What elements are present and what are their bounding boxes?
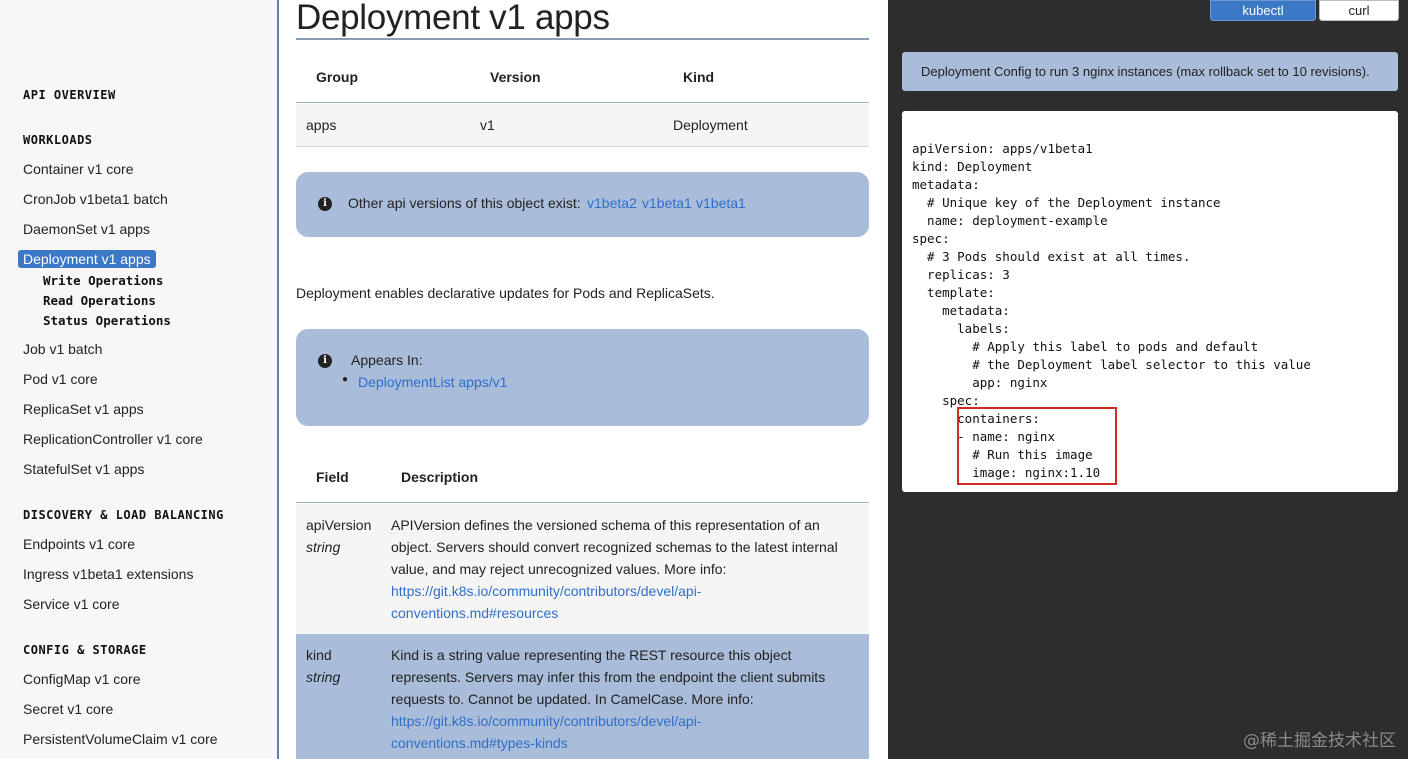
other-versions-callout: i Other api versions of this object exis… xyxy=(296,172,869,237)
table-row: apps v1 Deployment xyxy=(296,104,869,147)
description-link[interactable]: https://git.k8s.io/community/contributor… xyxy=(391,710,853,732)
gvk-cell-version: v1 xyxy=(480,117,495,133)
code-line: apiVersion: apps/v1beta1 xyxy=(912,141,1093,156)
field-type: string xyxy=(306,669,341,685)
sidebar-item-cronjob[interactable]: CronJob v1beta1 batch xyxy=(23,191,168,207)
sidebar-heading-config-storage[interactable]: CONFIG & STORAGE xyxy=(23,643,147,657)
sidebar-heading-workloads[interactable]: WORKLOADS xyxy=(23,133,93,147)
field-name: kind string xyxy=(306,644,340,688)
tab-curl[interactable]: curl xyxy=(1319,0,1399,21)
field-name: apiVersion string xyxy=(306,514,371,558)
sidebar-item-daemonset[interactable]: DaemonSet v1 apps xyxy=(23,221,150,237)
gvk-header-group: Group xyxy=(316,69,358,85)
code-line: metadata: xyxy=(912,177,980,192)
code-line: name: deployment-example xyxy=(912,213,1108,228)
description-line: value, and may reject unrecognized value… xyxy=(391,561,727,577)
sidebar-item-replicationcontroller[interactable]: ReplicationController v1 core xyxy=(23,431,203,447)
bullet-icon: ● xyxy=(342,374,349,385)
code-line: kind: Deployment xyxy=(912,159,1033,174)
field-description: Kind is a string value representing the … xyxy=(391,644,853,754)
code-line: # the Deployment label selector to this … xyxy=(912,357,1311,372)
sidebar-item-job[interactable]: Job v1 batch xyxy=(23,341,102,357)
containers-highlight-box xyxy=(957,407,1117,485)
description-link[interactable]: conventions.md#resources xyxy=(391,602,853,624)
title-divider xyxy=(296,38,869,40)
sidebar-item-deployment[interactable]: Deployment v1 apps xyxy=(18,250,156,268)
code-line: replicas: 3 xyxy=(912,267,1010,282)
gvk-header-version: Version xyxy=(490,69,541,85)
field-description: APIVersion defines the versioned schema … xyxy=(391,514,853,624)
sidebar-item-container[interactable]: Container v1 core xyxy=(23,161,134,177)
sidebar-item-ingress[interactable]: Ingress v1beta1 extensions xyxy=(23,566,193,582)
fields-header-description: Description xyxy=(401,469,479,485)
object-description: Deployment enables declarative updates f… xyxy=(296,285,715,301)
code-line: spec: xyxy=(912,231,950,246)
example-note: Deployment Config to run 3 nginx instanc… xyxy=(902,52,1398,91)
description-line: requests to. Cannot be updated. In Camel… xyxy=(391,691,754,707)
description-link[interactable]: https://git.k8s.io/community/contributor… xyxy=(391,580,853,602)
appears-in-callout: i Appears In: ● DeploymentList apps/v1 xyxy=(296,329,869,426)
sidebar-heading-api-overview[interactable]: API OVERVIEW xyxy=(23,88,116,102)
appears-in-label: Appears In: xyxy=(351,352,423,368)
sidebar-item-configmap[interactable]: ConfigMap v1 core xyxy=(23,671,141,687)
description-line: represents. Servers may infer this from … xyxy=(391,669,826,685)
table-row: apiVersion string APIVersion defines the… xyxy=(296,504,869,634)
field-type: string xyxy=(306,539,341,555)
sidebar-item-statefulset[interactable]: StatefulSet v1 apps xyxy=(23,461,144,477)
other-versions-text: Other api versions of this object exist: xyxy=(348,195,581,211)
fields-table-header: Field Description xyxy=(296,452,869,503)
code-line: # Apply this label to pods and default xyxy=(912,339,1259,354)
info-icon: i xyxy=(318,354,332,368)
tab-kubectl[interactable]: kubectl xyxy=(1210,0,1316,21)
gvk-table-header: Group Version Kind xyxy=(296,52,869,103)
appears-in-link[interactable]: DeploymentList apps/v1 xyxy=(358,374,507,390)
gvk-header-kind: Kind xyxy=(683,69,715,85)
gvk-cell-kind: Deployment xyxy=(673,117,748,133)
sidebar-subitem-read-operations[interactable]: Read Operations xyxy=(43,293,156,308)
description-link[interactable]: conventions.md#types-kinds xyxy=(391,732,853,754)
gvk-cell-group: apps xyxy=(306,117,337,133)
main-content: Deployment v1 apps Group Version Kind ap… xyxy=(281,0,888,759)
sidebar-heading-discovery[interactable]: DISCOVERY & LOAD BALANCING xyxy=(23,508,224,522)
sidebar-subitem-status-operations[interactable]: Status Operations xyxy=(43,313,171,328)
code-block: apiVersion: apps/v1beta1 kind: Deploymen… xyxy=(902,111,1398,492)
sidebar-item-replicaset[interactable]: ReplicaSet v1 apps xyxy=(23,401,144,417)
description-line: APIVersion defines the versioned schema … xyxy=(391,517,820,533)
code-line: metadata: xyxy=(912,303,1010,318)
page-title: Deployment v1 apps xyxy=(296,0,610,37)
code-line: # Unique key of the Deployment instance xyxy=(912,195,1221,210)
code-line: template: xyxy=(912,285,995,300)
description-line: object. Servers should convert recognize… xyxy=(391,539,838,555)
version-link-v1beta2[interactable]: v1beta2 xyxy=(587,195,637,211)
sidebar: API OVERVIEW WORKLOADS Container v1 core… xyxy=(0,0,279,759)
field-name-apiversion: apiVersion xyxy=(306,517,372,533)
version-link-v1beta1-2[interactable]: v1beta1 xyxy=(696,195,746,211)
sidebar-item-endpoints[interactable]: Endpoints v1 core xyxy=(23,536,135,552)
watermark: @稀土掘金技术社区 xyxy=(1243,731,1396,751)
fields-header-field: Field xyxy=(316,469,349,485)
field-name-kind: kind xyxy=(306,647,332,663)
version-link-v1beta1[interactable]: v1beta1 xyxy=(642,195,692,211)
code-line: app: nginx xyxy=(912,375,1048,390)
description-line: Kind is a string value representing the … xyxy=(391,647,792,663)
sidebar-item-pod[interactable]: Pod v1 core xyxy=(23,371,98,387)
table-row: kind string Kind is a string value repre… xyxy=(296,634,869,759)
info-icon: i xyxy=(318,197,332,211)
code-line: # 3 Pods should exist at all times. xyxy=(912,249,1191,264)
sidebar-subitem-write-operations[interactable]: Write Operations xyxy=(43,273,163,288)
code-line: labels: xyxy=(912,321,1010,336)
sidebar-item-service[interactable]: Service v1 core xyxy=(23,596,119,612)
sidebar-item-persistentvolumeclaim[interactable]: PersistentVolumeClaim v1 core xyxy=(23,731,218,747)
example-panel: kubectl curl Deployment Config to run 3 … xyxy=(888,0,1408,759)
sidebar-item-secret[interactable]: Secret v1 core xyxy=(23,701,113,717)
code-line: spec: xyxy=(912,393,980,408)
